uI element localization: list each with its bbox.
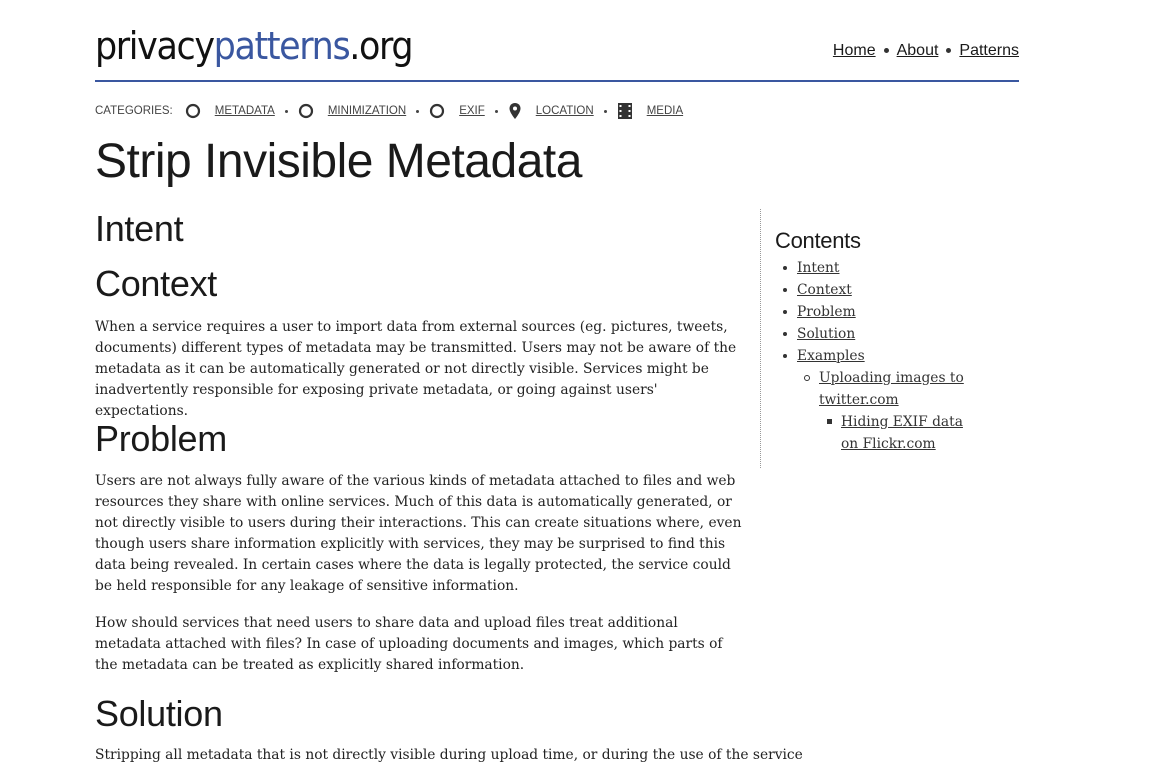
toc-link-examples[interactable]: Examples (797, 348, 865, 364)
toc-link-solution[interactable]: Solution (797, 326, 855, 342)
page-title: Strip Invisible Metadata (95, 135, 582, 188)
nav-about-link[interactable]: About (897, 42, 939, 59)
circle-icon (298, 103, 314, 119)
intent-heading: Intent (95, 208, 184, 249)
site-header: privacypatterns.org Home About Patterns (95, 24, 1019, 82)
site-logo[interactable]: privacypatterns.org (95, 24, 414, 68)
category-separator (284, 109, 288, 113)
nav-home-link[interactable]: Home (833, 42, 876, 59)
film-icon (617, 102, 633, 120)
toc-item: Intent (779, 257, 979, 279)
problem-heading: Problem (95, 418, 227, 459)
circle-icon (185, 103, 201, 119)
toc-link-intent[interactable]: Intent (797, 260, 839, 276)
category-exif-link[interactable]: EXIF (459, 105, 485, 117)
nav-separator (946, 48, 952, 54)
context-paragraph: When a service requires a user to import… (95, 319, 737, 419)
solution-heading: Solution (95, 693, 223, 734)
table-of-contents: Contents Intent Context Problem Solution… (760, 209, 991, 468)
toc-link-hiding-exif[interactable]: Hiding EXIF data on Flickr.com (841, 414, 963, 452)
toc-subsublist: Hiding EXIF data on Flickr.com (823, 411, 979, 455)
context-heading: Context (95, 263, 217, 304)
toc-list: Intent Context Problem Solution Examples… (779, 257, 979, 455)
toc-subitem: Uploading images to twitter.com Hiding E… (801, 367, 979, 455)
toc-link-uploading-images[interactable]: Uploading images to twitter.com (819, 370, 964, 408)
categories-bar: CATEGORIES: METADATA MINIMIZATION EXIF L… (95, 102, 683, 120)
top-nav: Home About Patterns (833, 42, 1019, 60)
category-separator (603, 109, 607, 113)
categories-label: CATEGORIES: (95, 105, 173, 117)
toc-item: Problem (779, 301, 979, 323)
category-minimization-link[interactable]: MINIMIZATION (328, 105, 406, 117)
category-location-link[interactable]: LOCATION (536, 105, 594, 117)
toc-item: Context (779, 279, 979, 301)
circle-icon (429, 103, 445, 119)
category-metadata-link[interactable]: METADATA (215, 105, 275, 117)
nav-patterns-link[interactable]: Patterns (959, 42, 1019, 59)
toc-subsubitem: Hiding EXIF data on Flickr.com (823, 411, 979, 455)
category-separator (416, 109, 420, 113)
toc-link-problem[interactable]: Problem (797, 304, 856, 320)
problem-question-paragraph: How should services that need users to s… (95, 615, 723, 673)
logo-privacy: privacy (95, 24, 215, 68)
toc-title: Contents (775, 228, 861, 253)
toc-sublist: Uploading images to twitter.com Hiding E… (801, 367, 979, 455)
logo-org: .org (349, 24, 413, 68)
logo-patterns: patterns (213, 24, 351, 68)
nav-separator (883, 48, 889, 54)
category-separator (494, 109, 498, 113)
toc-link-context[interactable]: Context (797, 282, 852, 298)
problem-paragraph: Users are not always fully aware of the … (95, 473, 742, 594)
map-pin-icon (508, 102, 522, 120)
toc-item: Solution (779, 323, 979, 345)
category-media-link[interactable]: MEDIA (647, 105, 683, 117)
toc-item: Examples Uploading images to twitter.com… (779, 345, 979, 455)
solution-paragraph: Stripping all metadata that is not direc… (95, 747, 803, 763)
